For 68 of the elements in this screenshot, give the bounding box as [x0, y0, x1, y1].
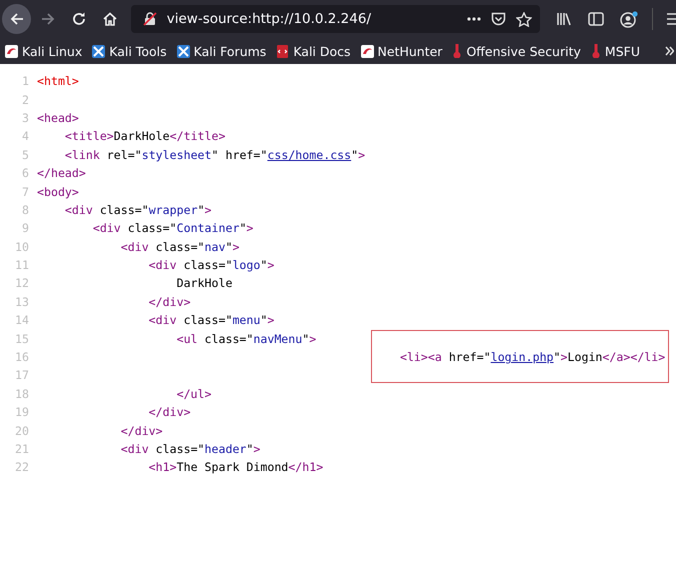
code-line: <body>: [37, 184, 79, 199]
code-line: <div class="logo">: [148, 258, 274, 272]
account-icon[interactable]: [620, 10, 638, 28]
line-number: 1: [21, 74, 30, 88]
bookmark-link[interactable]: Kali Tools: [109, 44, 167, 58]
menu-icon[interactable]: [666, 13, 676, 25]
line-number: 18: [14, 386, 30, 401]
home-icon: [102, 11, 118, 27]
line-number: 20: [14, 424, 30, 438]
address-bar[interactable]: view-source:http://10.0.2.246/: [130, 5, 540, 33]
pocket-icon[interactable]: [491, 12, 506, 26]
line-number: 19: [14, 405, 30, 420]
line-number: 16: [14, 350, 30, 364]
bookmark-link[interactable]: Kali Docs: [293, 44, 351, 58]
code-line: DarkHole: [176, 276, 232, 290]
code-line: </div>: [148, 294, 191, 309]
chevron-icon[interactable]: [665, 46, 674, 56]
back-arrow-icon: [8, 11, 25, 27]
code-line: <li><a href="login.php">Login</a></li>: [37, 350, 666, 364]
code-line: <div class="header">: [120, 442, 260, 456]
url-text: view-source:http://10.0.2.246/: [166, 11, 371, 27]
line-number: 13: [14, 294, 30, 309]
line-number: 8: [21, 202, 30, 217]
line-number: 3: [21, 110, 30, 125]
line-number: 21: [14, 442, 30, 456]
back-button[interactable]: [2, 4, 32, 34]
bookmark-link[interactable]: Offensive Security: [466, 44, 581, 58]
forward-arrow-icon: [40, 11, 56, 27]
source-link[interactable]: login.php: [490, 350, 554, 364]
line-number: 14: [14, 313, 30, 328]
more-icon[interactable]: [467, 17, 481, 21]
line-number: 10: [14, 240, 30, 254]
line-number: 12: [14, 276, 30, 290]
code-line: <link rel="stylesheet" href="css/home.css">: [64, 148, 366, 162]
line-number: 7: [21, 184, 30, 199]
bookmark-link[interactable]: Kali Forums: [194, 44, 266, 58]
bookmark-link[interactable]: MSFU: [604, 44, 640, 58]
line-number: 11: [14, 258, 30, 272]
code-line: <div class="nav">: [120, 240, 240, 254]
line-number: 2: [21, 92, 30, 107]
code-line: <h1>The Spark Dimond</h1>: [148, 460, 324, 474]
code-line: <html>: [37, 74, 79, 88]
line-number: 9: [21, 221, 30, 236]
sidebar-icon[interactable]: [588, 12, 604, 26]
bookmark-link[interactable]: Kali Linux: [22, 44, 82, 58]
star-icon[interactable]: [516, 12, 532, 26]
code-line: <div class="Container">: [92, 221, 254, 236]
library-icon[interactable]: [556, 12, 572, 26]
code-line: </div>: [148, 405, 191, 420]
document-icon: [276, 44, 290, 58]
line-number: 4: [21, 129, 30, 144]
code-line: <title>DarkHole</title>: [64, 129, 226, 144]
reload-icon: [70, 11, 87, 27]
line-number: 5: [21, 148, 30, 162]
code-line: <div class="menu">: [148, 313, 274, 328]
line-number: 15: [14, 332, 30, 346]
code-line: </head>: [37, 166, 86, 180]
code-line: </div>: [120, 424, 163, 438]
code-line: </ul>: [176, 386, 212, 401]
code-line: <ul class="navMenu">: [176, 332, 316, 346]
line-number: 17: [14, 368, 30, 382]
code-line: <head>: [37, 110, 79, 125]
line-number: 6: [21, 166, 30, 180]
source-link[interactable]: css/home.css: [267, 148, 352, 162]
line-number: 22: [14, 460, 30, 474]
insecure-lock-icon: [142, 12, 157, 26]
bookmark-link[interactable]: NetHunter: [378, 44, 442, 58]
code-line: <div class="wrapper">: [64, 202, 212, 217]
